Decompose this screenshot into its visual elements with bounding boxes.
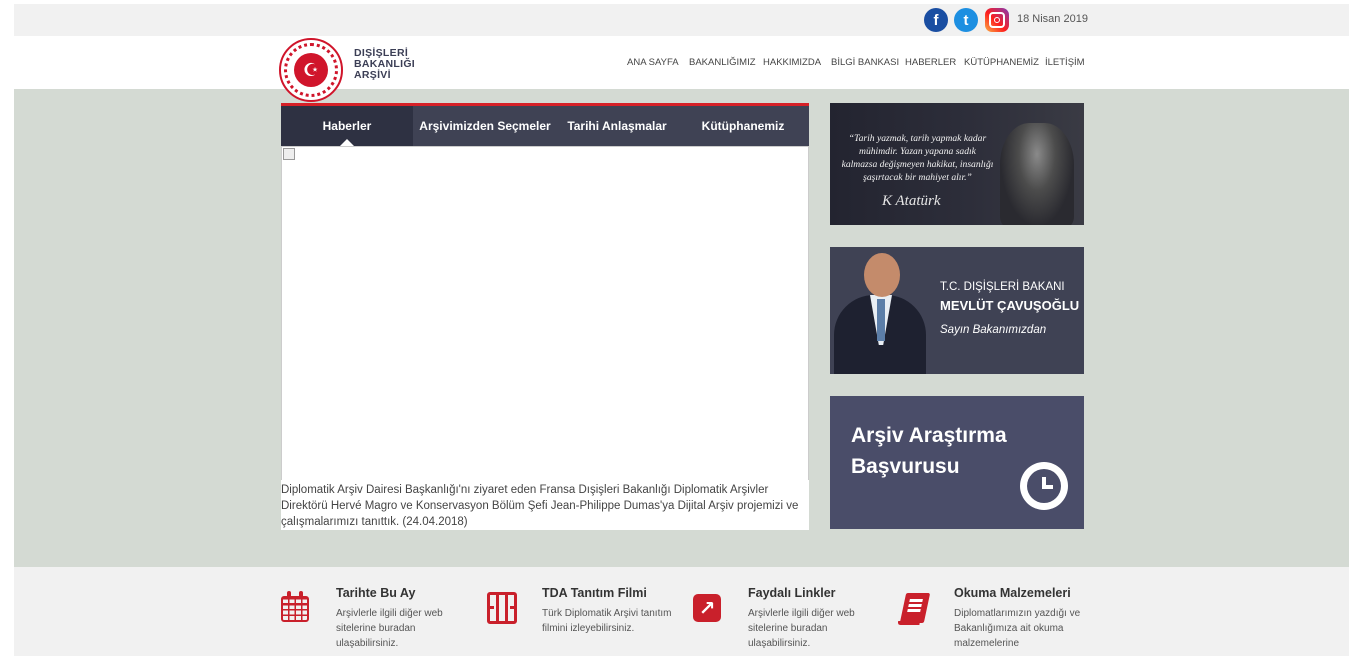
feature-title: TDA Tanıtım Filmi xyxy=(542,586,647,600)
quote-text: “Tarih yazmak, tarih yapmak kadar mühimd… xyxy=(841,133,994,183)
logo-seal-icon[interactable]: ☪ xyxy=(279,38,343,102)
nav-news[interactable]: HABERLER xyxy=(905,57,956,68)
application-title: Arşiv Araştırma Başvurusu xyxy=(851,424,1007,478)
instagram-icon[interactable] xyxy=(985,8,1009,32)
broken-image-icon xyxy=(283,148,295,160)
minister-photo xyxy=(832,249,928,374)
header: ☪ DIŞİŞLERİ BAKANLIĞI ARŞİVİ ANA SAYFA B… xyxy=(14,36,1349,102)
nav-about[interactable]: HAKKIMIZDA xyxy=(763,57,821,68)
calendar-icon xyxy=(280,590,312,624)
page: f t 18 Nisan 2019 ☪ DIŞİŞLERİ BAKANLIĞI … xyxy=(0,0,1355,656)
twitter-glyph: t xyxy=(963,11,969,29)
minister-subtitle: Sayın Bakanımızdan xyxy=(940,324,1047,336)
feature-title: Tarihte Bu Ay xyxy=(336,586,416,600)
instagram-glyph xyxy=(989,12,1005,28)
main-content: Haberler Arşivimizden Seçmeler Tarihi An… xyxy=(14,89,1349,567)
feature-desc: Arşivlerle ilgili diğer web sitelerine b… xyxy=(748,608,855,649)
tab-historic-treaties[interactable]: Tarihi Anlaşmalar xyxy=(557,106,677,146)
feature-title: Faydalı Linkler xyxy=(748,586,836,600)
current-date: 18 Nisan 2019 xyxy=(1017,13,1088,25)
nav-ministry[interactable]: BAKANLIĞIMIZ xyxy=(689,57,756,68)
minister-name: MEVLÜT ÇAVUŞOĞLU xyxy=(940,298,1080,313)
logo-line-3: ARŞİVİ xyxy=(354,69,391,81)
news-image-area[interactable] xyxy=(281,146,809,530)
minister-title: T.C. DIŞİŞLERİ BAKANI xyxy=(940,281,1065,293)
feature-title: Okuma Malzemeleri xyxy=(954,586,1071,600)
tab-archive-selections[interactable]: Arşivimizden Seçmeler xyxy=(413,106,557,146)
clock-icon xyxy=(1020,462,1068,510)
logo-text[interactable]: DIŞİŞLERİ BAKANLIĞI ARŞİVİ xyxy=(354,48,415,81)
ataturk-quote-card[interactable]: “Tarih yazmak, tarih yapmak kadar mühimd… xyxy=(830,103,1084,225)
nav-home[interactable]: ANA SAYFA xyxy=(627,57,679,68)
film-icon xyxy=(486,590,518,624)
tab-news[interactable]: Haberler xyxy=(281,106,413,146)
facebook-glyph: f xyxy=(933,11,939,29)
nav-library[interactable]: KÜTÜPHANEMİZ xyxy=(964,57,1039,68)
external-link-icon: ↗ xyxy=(692,590,724,624)
nav-contact[interactable]: İLETİŞİM xyxy=(1045,57,1085,68)
feature-desc: Diplomatlarımızın yazdığı ve Bakanlığımı… xyxy=(954,608,1081,649)
news-tabs: Haberler Arşivimizden Seçmeler Tarihi An… xyxy=(281,103,809,146)
archive-application-card[interactable]: Arşiv Araştırma Başvurusu xyxy=(830,396,1084,529)
book-icon xyxy=(898,590,931,624)
feature-desc: Türk Diplomatik Arşivi tanıtım filmini i… xyxy=(542,608,672,634)
signature: K Atatürk xyxy=(882,193,941,209)
tab-library[interactable]: Kütüphanemiz xyxy=(677,106,809,146)
minister-card[interactable]: T.C. DIŞİŞLERİ BAKANI MEVLÜT ÇAVUŞOĞLU S… xyxy=(830,247,1084,374)
ataturk-portrait xyxy=(1000,123,1074,225)
seal-ring xyxy=(284,43,338,97)
top-bar: f t 18 Nisan 2019 xyxy=(14,4,1349,36)
features-strip: Tarihte Bu Ay Arşivlerle ilgili diğer we… xyxy=(14,567,1349,656)
facebook-icon[interactable]: f xyxy=(924,8,948,32)
twitter-icon[interactable]: t xyxy=(954,8,978,32)
feature-desc: Arşivlerle ilgili diğer web sitelerine b… xyxy=(336,608,443,649)
news-caption[interactable]: Diplomatik Arşiv Dairesi Başkanlığı'nı z… xyxy=(281,480,809,530)
nav-knowledge-base[interactable]: BİLGİ BANKASI xyxy=(831,57,899,68)
